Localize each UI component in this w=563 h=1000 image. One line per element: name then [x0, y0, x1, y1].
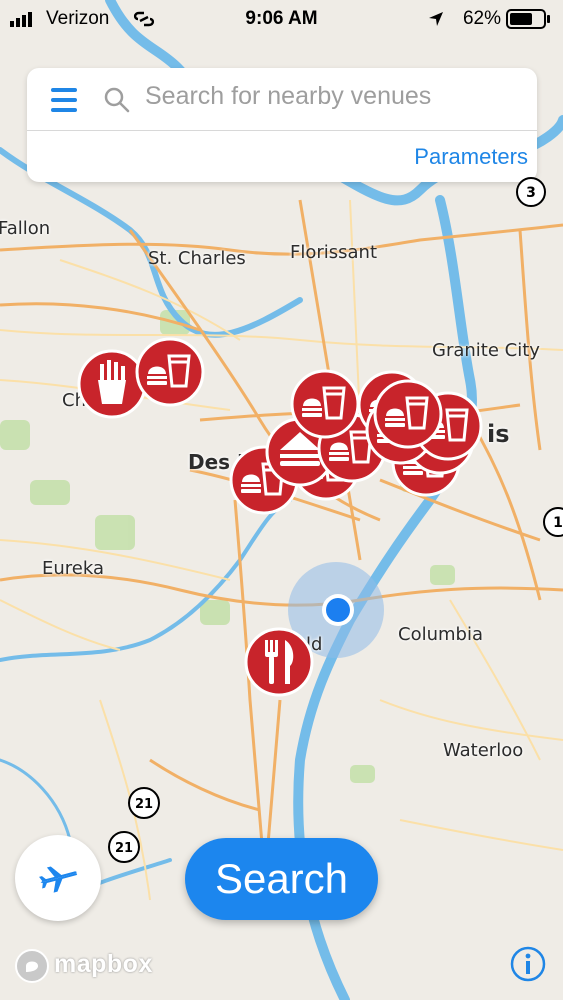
venue-pin-fries[interactable] — [77, 349, 147, 419]
mapbox-logo-icon — [15, 949, 49, 983]
venue-pin-restaurant[interactable] — [244, 627, 314, 697]
info-icon[interactable] — [510, 946, 546, 982]
airplane-icon — [39, 866, 78, 893]
airplane-mode-button[interactable] — [15, 835, 101, 921]
venue-pin-fastfood-5[interactable] — [290, 369, 360, 439]
mapbox-attribution[interactable]: mapbox — [54, 950, 153, 979]
location-dot-icon — [322, 594, 354, 626]
search-button[interactable]: Search — [185, 838, 378, 920]
venue-pin-fastfood-1[interactable] — [135, 337, 205, 407]
venue-pin-fastfood-11[interactable] — [373, 379, 443, 449]
